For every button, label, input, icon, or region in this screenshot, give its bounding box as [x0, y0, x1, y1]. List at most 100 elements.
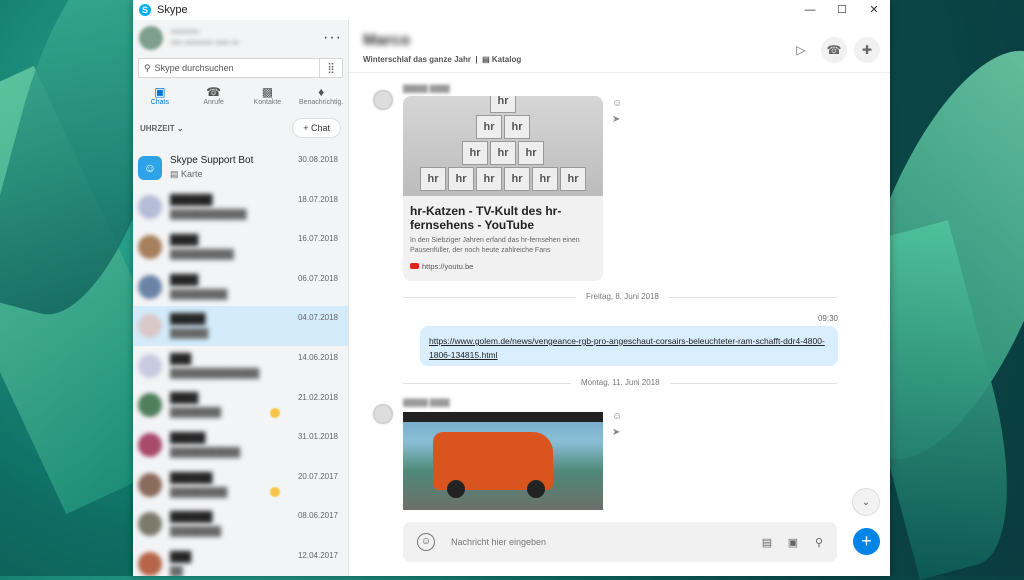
sort-dropdown[interactable]: UHRZEIT ⌄	[140, 124, 184, 133]
link-thumbnail: hr hr hr hr hr hr hr hr hr hr hr hr	[403, 96, 603, 196]
chat-date: 16.07.2018	[297, 234, 338, 244]
close-button[interactable]: ✕	[858, 0, 890, 20]
chat-list-item[interactable]: ████ █████████ 06.07.2018	[133, 267, 348, 307]
chevron-down-icon: ⌄	[861, 496, 871, 508]
chat-list-item[interactable]: ████ ██████████ 16.07.2018	[133, 227, 348, 267]
chat-list-item[interactable]: ███ ██ 12.04.2017	[133, 544, 348, 576]
chat-icon: ▣	[154, 85, 166, 99]
more-options-button[interactable]: ···	[323, 29, 342, 47]
chat-list-toolbar: UHRZEIT ⌄ + Chat	[133, 113, 348, 143]
contact-avatar	[138, 512, 162, 537]
bot-avatar-icon: ☺	[138, 155, 162, 180]
tab-contacts[interactable]: ▩ Kontakte	[241, 85, 295, 113]
chat-list-item[interactable]: ██████ █████████ 20.07.2017	[133, 465, 348, 505]
search-input[interactable]: ⚲ Skype durchsuchen	[138, 58, 320, 78]
forward-icon[interactable]: ➤	[612, 425, 622, 441]
link-preview-card[interactable]: hr hr hr hr hr hr hr hr hr hr hr hr hr-K…	[403, 96, 603, 281]
chat-preview: ██████████████	[170, 367, 260, 378]
conversation-pane: Marco Winterschlaf das ganze Jahr | ▤ Ka…	[349, 20, 890, 576]
minimize-button[interactable]: —	[794, 0, 826, 20]
link-source[interactable]: https://youtu.be	[403, 256, 603, 271]
emoji-picker-icon[interactable]: ☺	[417, 533, 435, 551]
message-actions: ☺ ➤	[612, 96, 622, 128]
sender-avatar[interactable]	[373, 90, 393, 110]
chat-date: 21.02.2018	[297, 392, 338, 402]
react-emoji-icon[interactable]: ☺	[612, 96, 622, 112]
outgoing-message[interactable]: https://www.golem.de/news/vengeance-rgb-…	[420, 326, 838, 366]
tab-label: Anrufe	[203, 99, 224, 106]
contact-avatar	[138, 472, 162, 497]
attach-file-icon[interactable]: ▤	[759, 536, 775, 549]
contacts-icon: ▩	[261, 85, 274, 99]
link-title[interactable]: hr-Katzen - TV-Kult des hr-fernsehens - …	[403, 196, 603, 232]
tab-chats[interactable]: ▣ Chats	[133, 85, 187, 113]
forward-icon[interactable]: ➤	[612, 112, 622, 128]
scroll-down-button[interactable]: ⌄	[852, 488, 880, 516]
send-money-icon[interactable]: ▣	[785, 536, 801, 549]
contact-status: Winterschlaf das ganze Jahr | ▤ Katalog	[363, 55, 521, 64]
video-call-icon[interactable]: ▷	[788, 37, 814, 63]
contact-avatar	[138, 551, 162, 576]
tab-notifications[interactable]: ♦ Benachrichtig.	[294, 85, 348, 113]
maximize-button[interactable]: ☐	[826, 0, 858, 20]
sender-name: █████ ████	[403, 86, 450, 93]
contact-avatar	[138, 353, 162, 378]
chat-date: 12.04.2017	[297, 550, 338, 560]
chat-list-item[interactable]: ██████ ████████████ 18.07.2018	[133, 188, 348, 228]
location-icon[interactable]: ⚲	[811, 536, 827, 549]
call-icon[interactable]: ☎	[821, 37, 847, 63]
thumb-block: hr	[560, 167, 586, 191]
profile-name: ••••••••	[171, 27, 200, 38]
profile[interactable]: •••••••• ••• •••••••• •••• •• ···	[133, 20, 348, 56]
thumb-block: hr	[476, 115, 502, 139]
thumb-block: hr	[420, 167, 446, 191]
chat-date: 08.06.2017	[297, 511, 338, 521]
emoji-icon	[270, 407, 280, 418]
chat-list-item-selected[interactable]: █████ ██████ 04.07.2018	[133, 306, 348, 346]
gif-image[interactable]	[403, 412, 603, 510]
link-description: In den Siebziger Jahren erfand das hr-fe…	[410, 237, 580, 254]
chat-date: 14.06.2018	[297, 352, 338, 362]
message-time: 09:30	[817, 314, 838, 323]
chat-date: 06.07.2018	[297, 273, 338, 283]
catalog-link[interactable]: Katalog	[492, 55, 521, 64]
date-divider-label: Montag, 11. Juni 2018	[571, 378, 670, 387]
chat-date: 18.07.2018	[297, 194, 338, 204]
chat-preview: ██████████	[170, 248, 234, 259]
chat-list-item[interactable]: ☺ Skype Support Bot ▤ Karte 30.08.2018	[133, 148, 348, 188]
chat-preview-text: Karte	[181, 169, 203, 180]
date-divider-label: Freitag, 8. Juni 2018	[576, 292, 669, 301]
search-placeholder: Skype durchsuchen	[154, 63, 234, 73]
dialpad-button[interactable]: ⣿	[320, 58, 343, 78]
chat-list-item[interactable]: ████ ████████ 21.02.2018	[133, 386, 348, 426]
sender-name: █████ ████	[403, 400, 450, 407]
tab-label: Kontakte	[253, 99, 282, 106]
youtube-icon	[410, 263, 419, 269]
link-url[interactable]: https://youtu.be	[422, 262, 473, 271]
profile-avatar[interactable]	[139, 26, 163, 50]
chat-list-item[interactable]: ███ ██████████████ 14.06.2018	[133, 346, 348, 386]
message-link[interactable]: https://www.golem.de/news/vengeance-rgb-…	[429, 336, 825, 360]
thumb-block: hr	[490, 141, 516, 165]
react-emoji-icon[interactable]: ☺	[612, 409, 622, 425]
main-nav: ▣ Chats ☎ Anrufe ▩ Kontakte ♦ Benachrich…	[133, 85, 348, 113]
add-content-button[interactable]: +	[853, 528, 880, 555]
contact-avatar	[138, 195, 162, 220]
sender-avatar[interactable]	[373, 404, 393, 424]
add-person-icon[interactable]: ✚	[854, 37, 880, 63]
contact-name[interactable]: Marco	[363, 32, 410, 50]
search-icon: ⚲	[144, 62, 151, 73]
thumb-block: hr	[490, 96, 516, 113]
new-chat-button[interactable]: + Chat	[292, 118, 341, 138]
skype-logo-icon: S	[139, 4, 151, 16]
chat-date: 04.07.2018	[297, 313, 338, 323]
message-input[interactable]	[449, 536, 759, 548]
chat-preview: ████████████	[170, 209, 247, 220]
bell-icon: ♦	[318, 85, 325, 99]
tab-calls[interactable]: ☎ Anrufe	[187, 85, 241, 113]
thumb-block: hr	[532, 167, 558, 191]
sidebar: •••••••• ••• •••••••• •••• •• ··· ⚲ Skyp…	[133, 20, 349, 576]
message-composer: ☺ ▤ ▣ ⚲	[403, 522, 837, 562]
chat-list-item[interactable]: █████ ███████████ 31.01.2018	[133, 425, 348, 465]
chat-list-item[interactable]: ██████ ████████ 08.06.2017	[133, 504, 348, 544]
